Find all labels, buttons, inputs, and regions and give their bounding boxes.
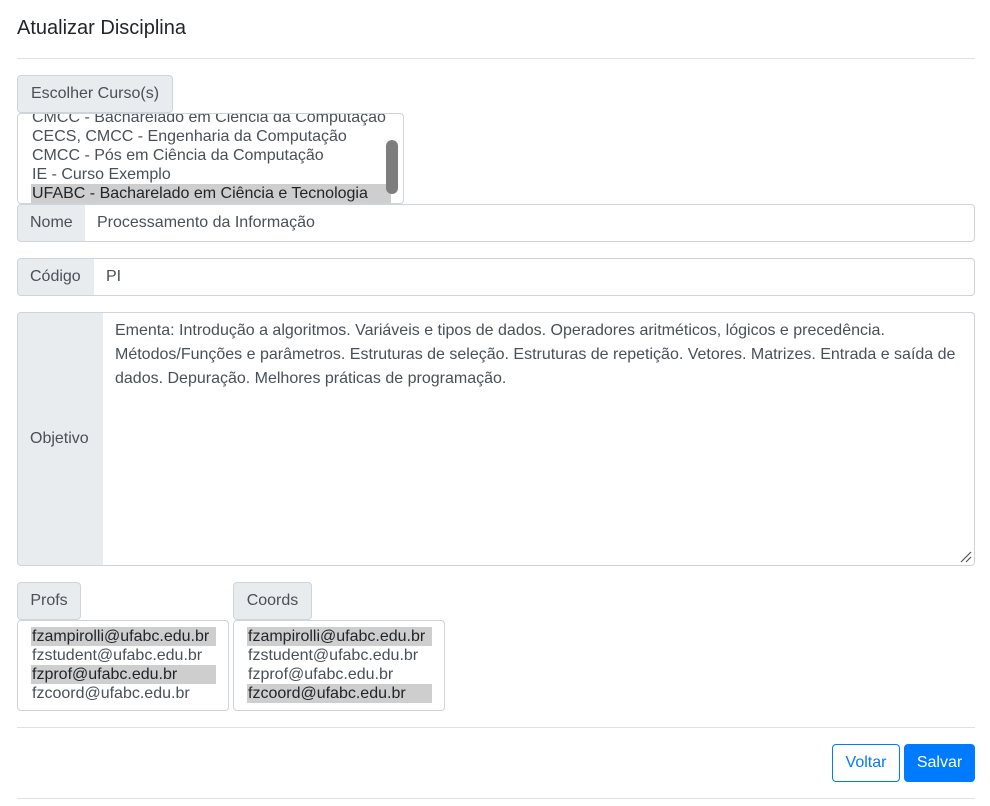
objetivo-textarea[interactable]: Ementa: Introdução a algoritmos. Variáve… [103, 312, 975, 566]
objetivo-label: Objetivo [17, 312, 104, 566]
save-button[interactable]: Salvar [904, 744, 975, 782]
coord-option-selected[interactable]: fzampirolli@ufabc.edu.br [247, 627, 432, 646]
courses-scrollbar[interactable] [386, 140, 398, 194]
page-title: Atualizar Disciplina [17, 17, 186, 39]
coord-option-selected[interactable]: fzcoord@ufabc.edu.br [247, 684, 432, 703]
prof-option-selected[interactable]: fzprof@ufabc.edu.br [31, 665, 216, 684]
course-option-selected[interactable]: UFABC - Bacharelado em Ciência e Tecnolo… [31, 184, 391, 203]
divider-footer-bottom [17, 798, 975, 799]
coord-option[interactable]: fzstudent@ufabc.edu.br [247, 646, 420, 665]
back-button[interactable]: Voltar [832, 744, 900, 782]
choose-courses-button[interactable]: Escolher Curso(s) [17, 75, 173, 113]
objetivo-text: Ementa: Introdução a algoritmos. Variáve… [115, 322, 956, 387]
nome-label: Nome [17, 204, 86, 242]
divider-footer-top [17, 727, 975, 728]
coords-select[interactable]: fzampirolli@ufabc.edu.br fzstudent@ufabc… [233, 620, 445, 711]
courses-select[interactable]: CMCC - Bacharelado em Ciência da Computa… [17, 113, 404, 204]
course-option[interactable]: IE - Curso Exemplo [31, 165, 173, 184]
course-option[interactable]: CMCC - Bacharelado em Ciência da Computa… [31, 114, 388, 127]
nome-input-group: Nome Processamento da Informação [17, 204, 975, 242]
objetivo-input-group: Objetivo Ementa: Introdução a algoritmos… [17, 312, 975, 566]
resize-handle-icon[interactable] [958, 549, 972, 563]
course-option[interactable]: CMCC - Pós em Ciência da Computação [31, 146, 326, 165]
codigo-field[interactable]: PI [94, 258, 975, 296]
codigo-label: Código [17, 258, 95, 296]
profs-select[interactable]: fzampirolli@ufabc.edu.br fzstudent@ufabc… [17, 620, 229, 711]
profs-button[interactable]: Profs [17, 582, 81, 620]
divider-top [17, 58, 975, 59]
coords-button[interactable]: Coords [233, 582, 312, 620]
coord-option[interactable]: fzprof@ufabc.edu.br [247, 665, 395, 684]
prof-option-selected[interactable]: fzampirolli@ufabc.edu.br [31, 627, 216, 646]
course-option[interactable]: CECS, CMCC - Engenharia da Computação [31, 127, 349, 146]
prof-option[interactable]: fzcoord@ufabc.edu.br [31, 684, 192, 703]
codigo-input-group: Código PI [17, 258, 975, 296]
nome-field[interactable]: Processamento da Informação [85, 204, 975, 242]
prof-option[interactable]: fzstudent@ufabc.edu.br [31, 646, 204, 665]
